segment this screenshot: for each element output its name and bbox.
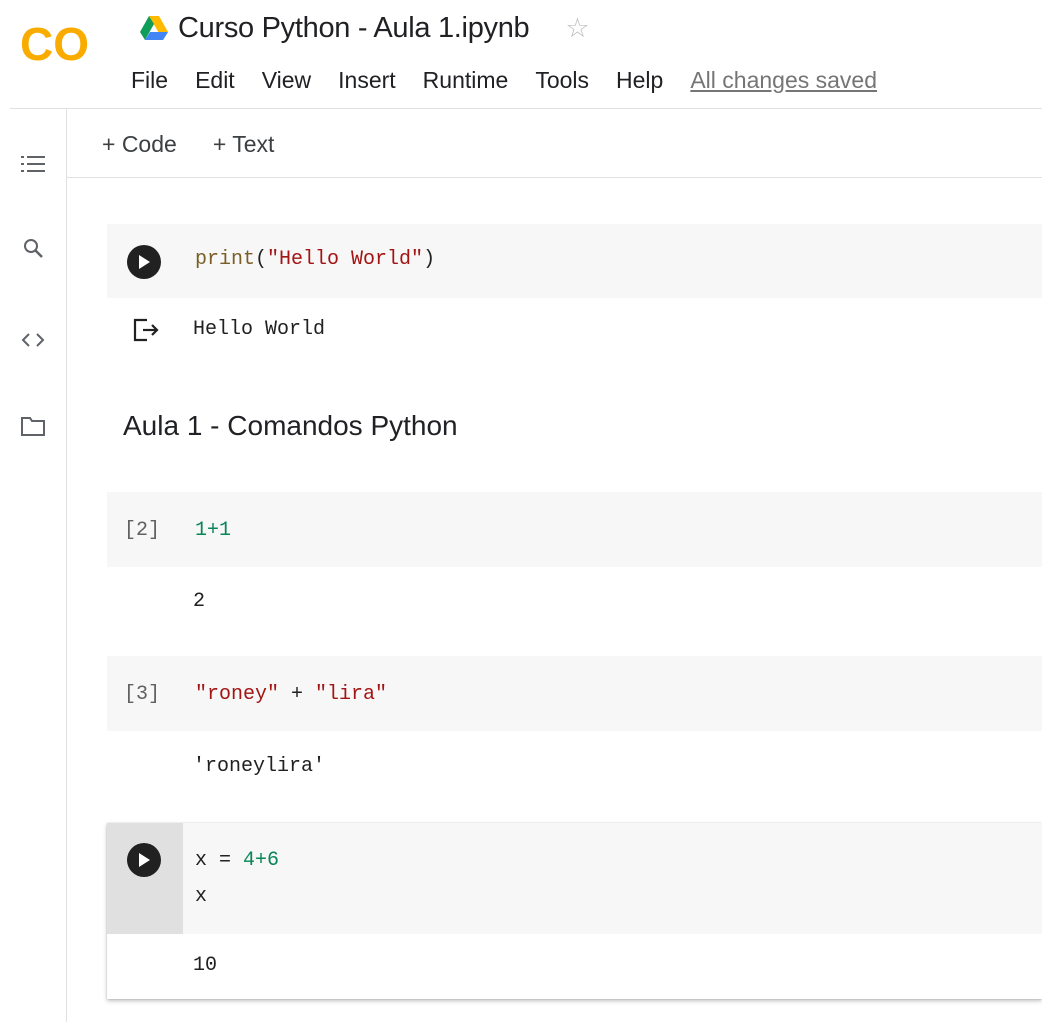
run-cell-button[interactable] [127, 843, 161, 877]
code-editor[interactable]: "roney" + "lira" [195, 683, 387, 706]
code-token: "Hello World" [267, 248, 424, 271]
play-icon [139, 255, 150, 269]
logo-text: CO [20, 20, 89, 66]
output-icon[interactable] [133, 318, 161, 347]
cell-gutter [107, 823, 183, 934]
toolbar-divider [67, 177, 1042, 178]
play-icon [139, 853, 150, 867]
code-token: 4+6 [243, 849, 280, 872]
notebook-title[interactable]: Curso Python - Aula 1.ipynb [178, 12, 530, 45]
code-token: = [207, 849, 244, 872]
add-code-button[interactable]: + Code [102, 131, 177, 158]
code-cell[interactable]: [3] "roney" + "lira" [107, 656, 1042, 731]
drive-icon [140, 16, 168, 40]
code-editor[interactable]: 1+1 [195, 519, 231, 542]
menu-view[interactable]: View [262, 67, 311, 94]
code-line: x [195, 885, 208, 908]
code-editor[interactable]: print("Hello World") [195, 248, 435, 271]
left-sidebar [0, 109, 67, 1022]
code-cell[interactable]: [2] 1+1 [107, 492, 1042, 567]
colab-logo[interactable]: CO [20, 20, 104, 66]
notebook-toolbar: + Code + Text [102, 124, 310, 164]
add-text-button[interactable]: + Text [213, 131, 275, 158]
code-editor[interactable]: x = 4+6 x [183, 823, 1042, 934]
star-icon[interactable]: ☆ [565, 14, 589, 42]
execution-count: [2] [124, 519, 161, 542]
code-cell[interactable]: print("Hello World") [107, 224, 1042, 298]
menu-edit[interactable]: Edit [195, 67, 235, 94]
code-token: ( [255, 248, 268, 271]
search-icon[interactable] [20, 235, 46, 261]
code-snippets-icon[interactable] [20, 327, 46, 353]
code-token: x [195, 849, 208, 872]
files-icon[interactable] [20, 413, 46, 439]
save-status-link[interactable]: All changes saved [690, 67, 877, 94]
menu-help[interactable]: Help [616, 67, 663, 94]
cell-output: Hello World [193, 318, 326, 341]
cell-output: 'roneylira' [193, 755, 326, 778]
menu-insert[interactable]: Insert [338, 67, 396, 94]
code-token: + [279, 683, 316, 706]
title-row: Curso Python - Aula 1.ipynb ☆ [140, 8, 590, 48]
code-token: "lira" [315, 683, 388, 706]
table-of-contents-icon[interactable] [20, 151, 46, 177]
menu-file[interactable]: File [131, 67, 168, 94]
markdown-heading[interactable]: Aula 1 - Comandos Python [123, 410, 458, 442]
cell-output: 10 [193, 954, 218, 977]
menu-tools[interactable]: Tools [535, 67, 589, 94]
code-token: "roney" [195, 683, 280, 706]
execution-count: [3] [124, 683, 161, 706]
header-divider [10, 108, 1042, 109]
menu-bar: File Edit View Insert Runtime Tools Help… [131, 64, 877, 96]
code-token: ) [423, 248, 436, 271]
code-token: print [195, 248, 256, 271]
menu-runtime[interactable]: Runtime [423, 67, 509, 94]
cell-output: 2 [193, 590, 206, 613]
run-cell-button[interactable] [127, 245, 161, 279]
code-line: x = 4+6 [195, 849, 279, 872]
